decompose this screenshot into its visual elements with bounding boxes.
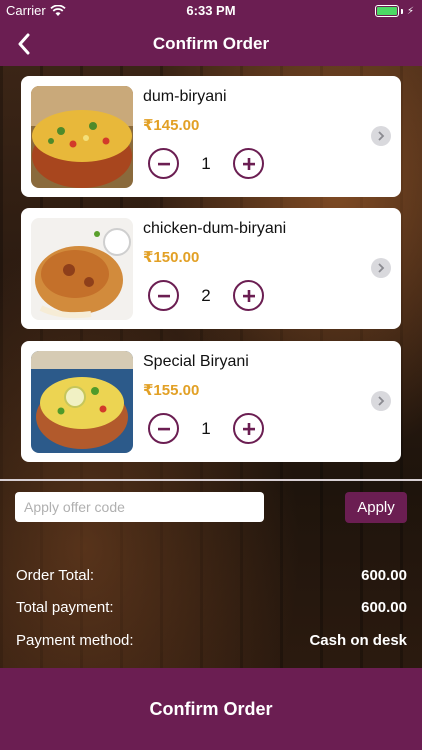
confirm-order-button[interactable]: Confirm Order [0,668,422,750]
total-payment-label: Total payment: [16,599,114,616]
food-image [31,86,133,188]
offer-code-input[interactable] [15,492,264,522]
chevron-right-icon [378,263,385,273]
total-payment-row: Total payment: 600.00 [16,599,407,616]
item-name: chicken-dum-biryani [143,220,287,237]
increase-quantity-button[interactable] [233,280,264,311]
cart-item-card[interactable]: chicken-dum-biryani ₹150.00 2 [21,208,401,329]
item-name: dum-biryani [143,88,227,105]
chevron-left-icon [18,33,30,55]
payment-method-value: Cash on desk [309,632,407,649]
item-price: ₹150.00 [143,249,200,266]
status-time: 6:33 PM [186,3,236,18]
food-image [31,351,133,453]
minus-icon [157,427,170,430]
item-price: ₹155.00 [143,382,200,399]
quantity-stepper: 1 [148,413,264,444]
quantity-value: 1 [201,418,211,438]
back-button[interactable] [8,28,40,60]
item-name: Special Biryani [143,353,249,370]
page-title: Confirm Order [152,34,270,53]
quantity-value: 1 [201,153,211,173]
divider [0,479,422,481]
plus-icon [242,157,255,170]
food-image [31,218,133,320]
plus-icon [242,422,255,435]
order-total-row: Order Total: 600.00 [16,567,407,584]
cart-item-card[interactable]: Special Biryani ₹155.00 1 [21,341,401,462]
order-total-value: 600.00 [361,567,407,584]
quantity-stepper: 2 [148,280,264,311]
cart-item-card[interactable]: dum-biryani ₹145.00 1 [21,76,401,197]
nav-bar: Confirm Order [0,22,422,66]
total-payment-value: 600.00 [361,599,407,616]
item-detail-button[interactable] [371,391,391,411]
charging-icon: ⚡ [406,5,414,17]
decrease-quantity-button[interactable] [148,148,179,179]
payment-method-row: Payment method: Cash on desk [16,632,407,649]
decrease-quantity-button[interactable] [148,280,179,311]
increase-quantity-button[interactable] [233,148,264,179]
quantity-value: 2 [201,285,211,305]
item-price: ₹145.00 [143,117,200,134]
increase-quantity-button[interactable] [233,413,264,444]
plus-icon [242,289,255,302]
chevron-right-icon [378,131,385,141]
item-detail-button[interactable] [371,126,391,146]
item-detail-button[interactable] [371,258,391,278]
payment-method-label: Payment method: [16,632,134,649]
minus-icon [157,294,170,297]
status-bar: Carrier 6:33 PM ⚡ [0,0,422,22]
order-total-label: Order Total: [16,567,95,584]
apply-offer-button[interactable]: Apply [345,492,407,523]
chevron-right-icon [378,396,385,406]
minus-icon [157,162,170,165]
quantity-stepper: 1 [148,148,264,179]
decrease-quantity-button[interactable] [148,413,179,444]
battery-icon: ⚡ [374,5,414,17]
